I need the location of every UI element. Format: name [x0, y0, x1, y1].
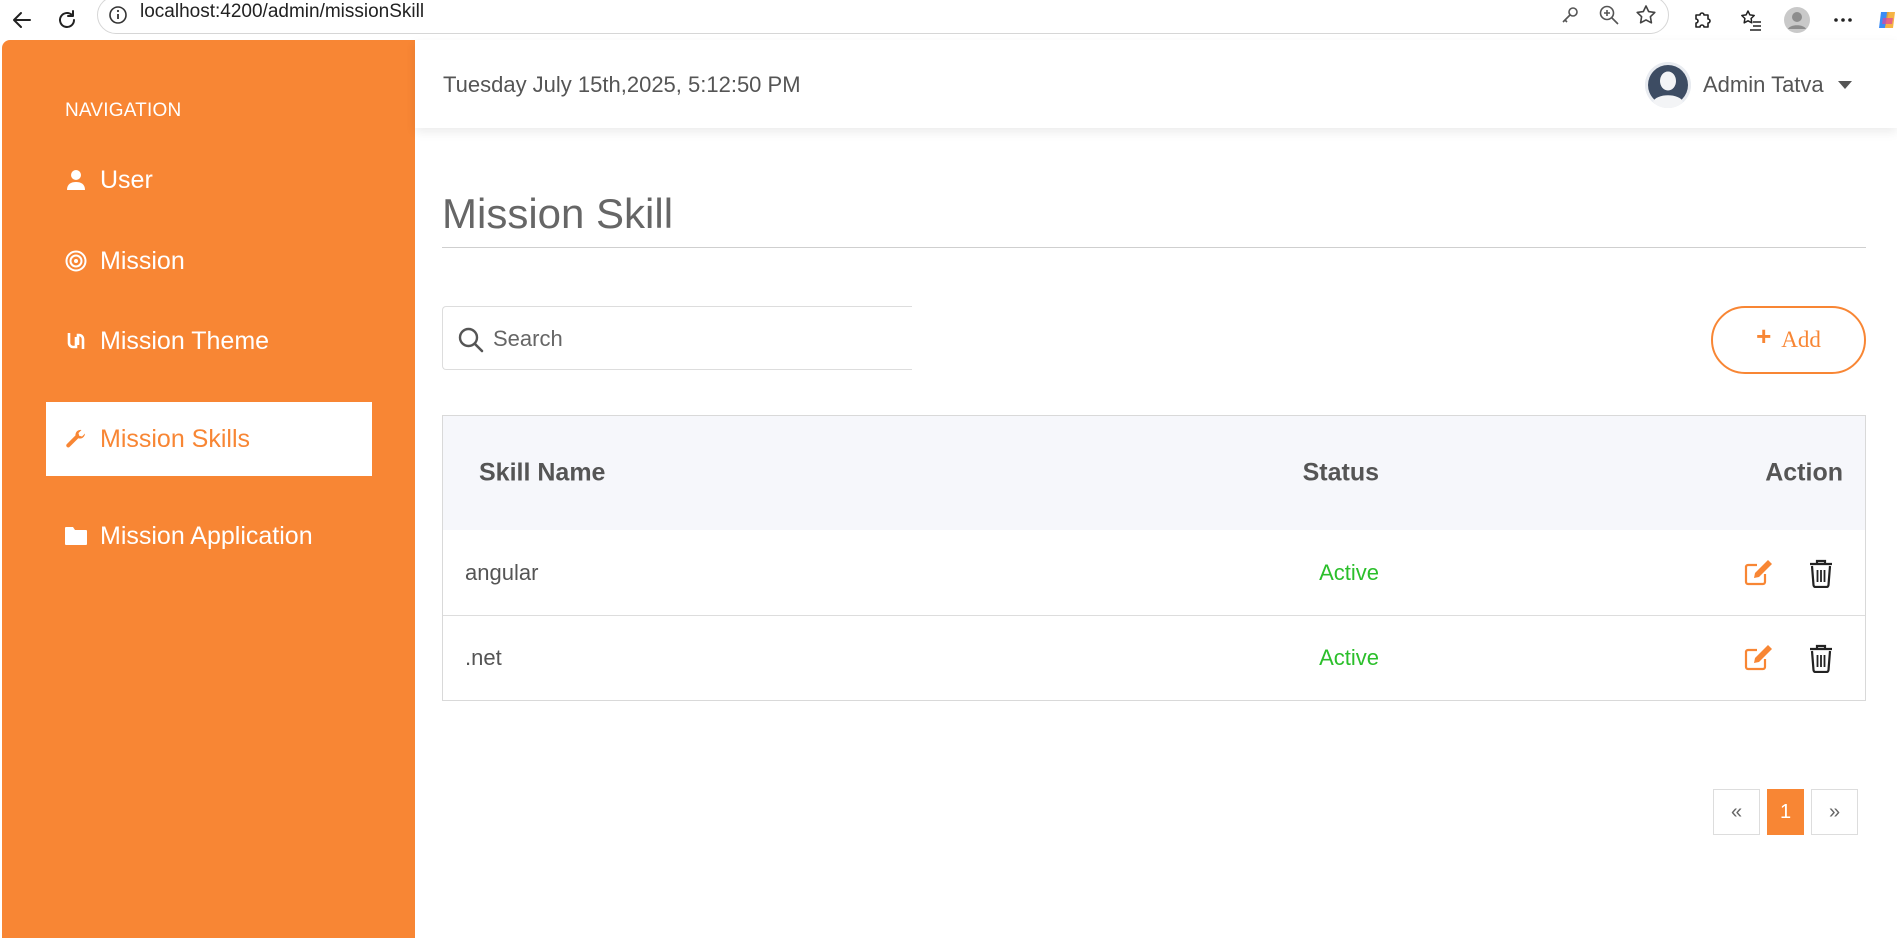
reload-button[interactable] [51, 4, 83, 36]
table-row: .net Active [443, 615, 1865, 700]
wrench-icon [64, 427, 88, 451]
status-badge: Active [1319, 644, 1379, 670]
skill-name-cell: angular [465, 559, 539, 585]
column-header-action: Action [1765, 458, 1843, 487]
copilot-icon [1879, 12, 1895, 28]
add-skill-button[interactable]: + Add [1711, 306, 1866, 374]
sidebar-item-label: Mission Application [100, 521, 313, 550]
reload-icon [59, 10, 75, 28]
edit-icon[interactable] [1743, 642, 1775, 674]
table-header: Skill Name Status Action [443, 416, 1865, 530]
current-datetime: Tuesday July 15th,2025, 5:12:50 PM [443, 72, 801, 97]
sidebar-item-mission[interactable]: Mission [46, 224, 372, 298]
table-row: angular Active [443, 530, 1865, 616]
copilot-button[interactable] [1871, 4, 1897, 36]
profile-button[interactable] [1781, 4, 1813, 36]
top-header: Tuesday July 15th,2025, 5:12:50 PM Admin… [415, 40, 1897, 128]
sidebar: NAVIGATION User Mission Mission Theme Mi… [2, 40, 415, 938]
sidebar-item-user[interactable]: User [46, 143, 372, 217]
favorites-list-icon [1741, 10, 1761, 31]
sidebar-item-mission-application[interactable]: Mission Application [46, 499, 372, 573]
user-avatar-icon [1645, 62, 1691, 108]
add-button-label: Add [1781, 327, 1821, 352]
search-input[interactable] [491, 317, 895, 361]
puzzle-icon [1695, 12, 1711, 28]
delete-trash-icon[interactable] [1805, 642, 1837, 674]
skills-table: Skill Name Status Action angular Active … [442, 415, 1866, 701]
search-icon [458, 327, 484, 353]
ellipsis-icon [1834, 18, 1852, 22]
sidebar-item-mission-theme[interactable]: Mission Theme [46, 304, 372, 378]
site-info-icon [109, 6, 127, 24]
navigation-heading: NAVIGATION [65, 100, 182, 121]
plus-icon: + [1756, 320, 1772, 351]
sidebar-item-label: Mission Theme [100, 326, 270, 355]
chevron-down-icon [1837, 81, 1852, 89]
avatar [1645, 62, 1691, 108]
back-arrow-icon [13, 12, 31, 28]
zoom-icon[interactable] [1598, 4, 1620, 26]
sidebar-item-label: Mission [100, 246, 185, 275]
title-divider [442, 247, 1866, 248]
more-menu-button[interactable] [1827, 4, 1859, 36]
sidebar-item-label: Mission Skills [100, 424, 251, 453]
user-icon [64, 168, 88, 192]
status-badge: Active [1319, 559, 1379, 585]
user-menu-dropdown[interactable]: Admin Tatva [1645, 62, 1852, 108]
theme-icon [64, 329, 88, 353]
key-icon[interactable] [1560, 5, 1580, 25]
column-header-status: Status [1302, 458, 1379, 487]
pagination-prev-button[interactable]: « [1713, 789, 1760, 835]
favorite-star-icon[interactable] [1634, 3, 1658, 27]
skill-name-cell: .net [465, 644, 502, 670]
url-text: localhost:4200/admin/missionSkill [140, 1, 425, 22]
pagination-next-button[interactable]: » [1811, 789, 1858, 835]
target-icon [64, 249, 88, 273]
delete-trash-icon[interactable] [1805, 557, 1837, 589]
column-header-skill-name: Skill Name [479, 458, 606, 487]
sidebar-item-label: User [100, 165, 153, 194]
address-bar[interactable]: localhost:4200/admin/missionSkill [97, 0, 1669, 34]
profile-avatar-icon [1784, 7, 1810, 33]
page-title: Mission Skill [442, 190, 674, 237]
folder-icon [64, 524, 88, 548]
browser-toolbar: localhost:4200/admin/missionSkill [0, 0, 1897, 40]
pagination-page-1[interactable]: 1 [1767, 789, 1804, 835]
user-name: Admin Tatva [1703, 72, 1824, 97]
back-button[interactable] [6, 4, 38, 36]
sidebar-item-mission-skills[interactable]: Mission Skills [46, 402, 372, 476]
extensions-button[interactable] [1686, 4, 1718, 36]
edit-icon[interactable] [1743, 557, 1775, 589]
favorites-button[interactable] [1735, 4, 1767, 36]
search-box [442, 306, 912, 370]
